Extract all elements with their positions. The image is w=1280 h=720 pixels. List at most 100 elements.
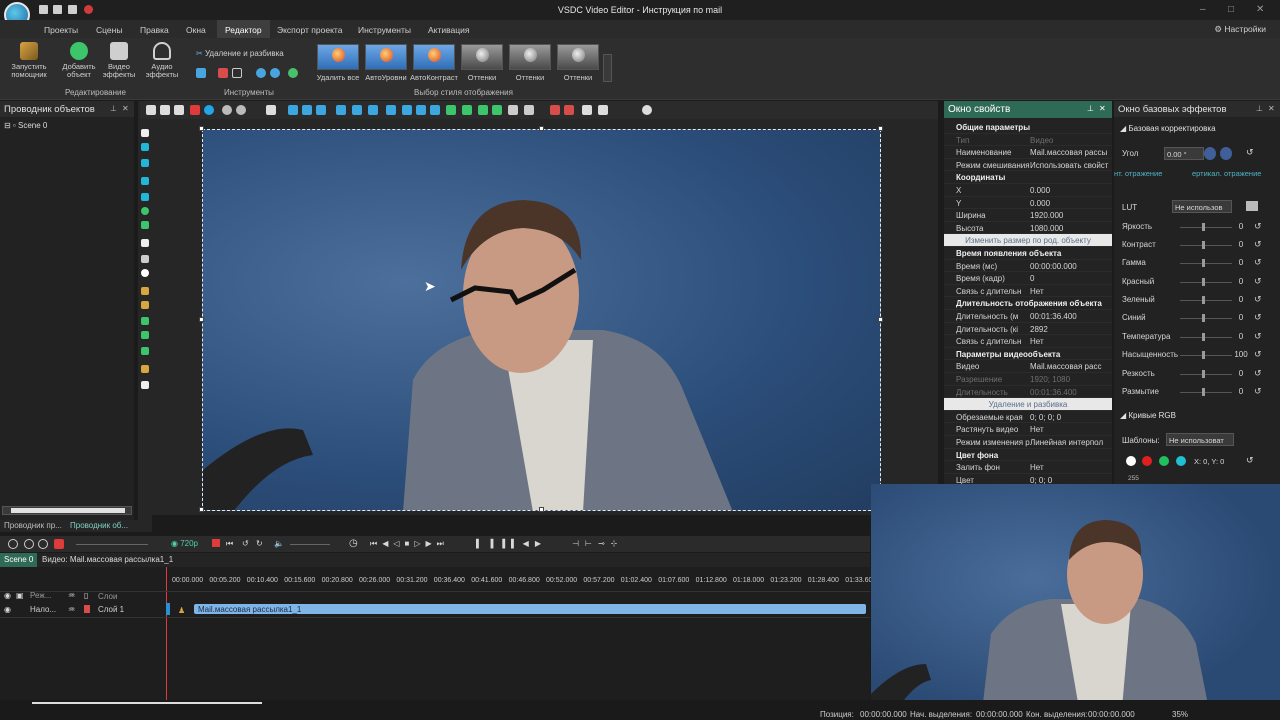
chart-icon[interactable] [141,287,149,295]
property-row[interactable]: Время (кадр) 0 [944,272,1112,285]
pin-icon[interactable]: ⊥ [110,104,117,113]
flip-vertical-link[interactable]: ертикал. отражение [1192,169,1261,178]
clip-start-marker[interactable] [166,603,170,615]
audio-icon[interactable] [141,331,149,339]
polygon-icon[interactable] [141,221,149,229]
pin-icon[interactable]: ⊥ [1256,104,1263,113]
menu-edit[interactable]: Правка [140,25,169,35]
maximize-icon[interactable]: □ [1228,4,1234,15]
effect-slider-value[interactable]: 0 [1234,240,1248,249]
property-value[interactable]: Нет [1030,425,1112,434]
style-tint-3-thumb[interactable] [557,44,599,70]
eye-icon[interactable]: ◉ [4,605,11,614]
property-value[interactable]: 00:01:36.400 [1030,388,1112,397]
record-icon[interactable] [204,105,214,115]
property-row[interactable]: Режим смешивания Использовать свойст [944,159,1112,172]
property-value[interactable]: 0 [1030,274,1112,283]
eye-icon[interactable]: ◉ [4,591,11,600]
video-clip[interactable]: Mail.массовая рассылка1_1 [194,604,866,614]
effect-slider-value[interactable]: 0 [1234,258,1248,267]
fit-timeline-icon[interactable] [38,539,48,549]
line-icon[interactable] [141,177,149,185]
audio-wave-icon[interactable]: ♒ [68,605,75,614]
film-icon[interactable] [141,347,149,355]
property-row[interactable]: Растянуть видео Нет [944,423,1112,436]
loop-icon[interactable]: ↻ [256,539,263,548]
property-row[interactable]: Наименование Mail.массовая рассы [944,146,1112,159]
reset-icon[interactable]: ↺ [1254,368,1262,379]
align-right-icon[interactable] [316,105,326,115]
effect-slider-value[interactable]: 0 [1234,387,1248,396]
playhead[interactable] [166,567,167,700]
property-value[interactable]: 0.000 [1030,186,1112,195]
frame-buttons[interactable]: ▌▐▐▌◀▶ [476,539,547,548]
pointer-icon[interactable] [141,129,149,137]
menu-editor[interactable]: Редактор [217,20,270,38]
audio-wave-icon[interactable]: ♒ [68,591,75,600]
add-object-button[interactable]: Добавить объект [58,42,100,79]
effect-slider-track[interactable] [1180,282,1232,283]
property-section[interactable]: Параметры видеообъекта [944,348,1112,361]
color-icon[interactable] [288,68,298,78]
blend-mode-select[interactable]: Нало... [30,605,56,614]
ungroup-icon[interactable] [524,105,534,115]
menu-projects[interactable]: Проекты [44,25,78,35]
distribute-icon[interactable] [386,105,396,115]
property-row[interactable]: Обрезаемые края 0; 0; 0; 0 [944,411,1112,424]
effect-slider-value[interactable]: 0 [1234,332,1248,341]
effect-slider-value[interactable]: 0 [1234,277,1248,286]
gear-icon[interactable] [642,105,652,115]
effect-slider-track[interactable] [1180,318,1232,319]
text-icon[interactable] [141,239,149,247]
property-value[interactable]: 2892 [1030,325,1112,334]
effect-slider-knob[interactable] [1202,296,1205,304]
property-value[interactable]: Нет [1030,337,1112,346]
property-value[interactable]: Использовать свойст [1030,161,1112,170]
resize-handle-top-right[interactable] [878,126,883,131]
paste-icon[interactable] [174,105,184,115]
property-row[interactable]: Режим изменения р Линейная интерпол [944,436,1112,449]
resize-icon[interactable] [430,105,440,115]
property-row[interactable]: Разрешение 1920; 1080 [944,373,1112,386]
effect-slider-value[interactable]: 0 [1234,313,1248,322]
lock-icon[interactable]: ▣ [16,591,24,600]
property-row[interactable]: Тип Видео [944,134,1112,147]
styles-more-button[interactable] [603,54,612,82]
volume-icon[interactable]: 🔈 [274,539,284,548]
zoom-icon[interactable] [598,105,608,115]
close-icon[interactable]: ✕ [1099,104,1106,113]
align-bottom-icon[interactable] [368,105,378,115]
property-row[interactable]: Связь с длительн Нет [944,335,1112,348]
menu-scenes[interactable]: Сцены [96,25,122,35]
audio-effects-button[interactable]: Аудио эффекты [142,42,182,79]
resize-handle-bottom-left[interactable] [199,507,204,512]
property-value[interactable]: 00:01:36.400 [1030,312,1112,321]
histogram-icon[interactable] [141,365,149,373]
skip-start-icon[interactable]: ⏮ [226,539,233,549]
property-value[interactable]: Нет [1030,463,1112,472]
effect-slider-value[interactable]: 0 [1234,369,1248,378]
effect-slider-knob[interactable] [1202,388,1205,396]
property-value[interactable]: 1920; 1080 [1030,375,1112,384]
style-tint-1-thumb[interactable] [461,44,503,70]
menu-export[interactable]: Экспорт проекта [277,25,342,35]
lock-icon[interactable] [564,105,574,115]
fullscreen-icon[interactable] [582,105,592,115]
transport-buttons[interactable]: ⏮◀◁■▷▶⏭ [370,539,449,549]
effect-slider-track[interactable] [1180,374,1232,375]
rotate-right-icon[interactable] [270,68,280,78]
delete-icon[interactable] [190,105,200,115]
move-up-icon[interactable] [446,105,456,115]
sprite-icon[interactable] [141,301,149,309]
video-effects-button[interactable]: Видео эффекты [100,42,138,79]
red-channel-icon[interactable] [1142,456,1152,466]
rotate-ccw-icon[interactable] [1204,147,1216,160]
scene-tree-item[interactable]: ⊟ ▫ Scene 0 [4,121,47,130]
effect-slider-knob[interactable] [1202,370,1205,378]
effect-slider-value[interactable]: 0 [1234,222,1248,231]
timeline-zoom-slider[interactable] [76,544,148,545]
move-top-icon[interactable] [462,105,472,115]
resize-handle-left[interactable] [199,317,204,322]
white-channel-icon[interactable] [1126,456,1136,466]
settings-button[interactable]: ⚙ Настройки [1214,24,1266,35]
